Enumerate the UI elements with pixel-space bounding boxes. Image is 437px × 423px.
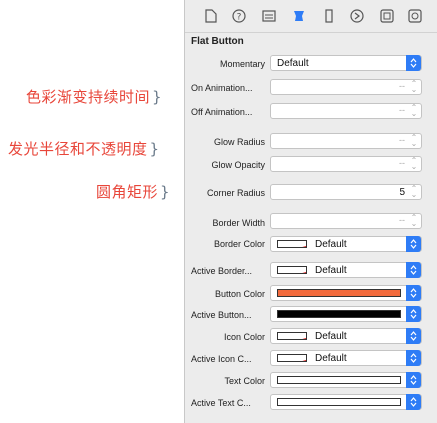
momentary-value: Default (277, 58, 309, 69)
stepper-icon[interactable]: ⌃ ⌄ (408, 157, 420, 171)
button-color-well[interactable] (270, 285, 422, 301)
icon-color-value: Default (315, 331, 347, 342)
text-color-label: Text Color (224, 376, 265, 386)
chevron-updown-icon (406, 372, 421, 388)
on-animation-field[interactable]: -- ⌃ ⌄ (270, 79, 422, 95)
default-color-swatch (277, 266, 307, 274)
default-color-swatch (277, 332, 307, 340)
active-button-label: Active Button... (191, 310, 252, 320)
momentary-label: Momentary (219, 59, 265, 69)
annotation-fade-duration: 色彩渐变持续时间} (26, 88, 163, 106)
size-icon[interactable] (321, 8, 336, 23)
stepper-icon[interactable]: ⌃ ⌄ (408, 185, 420, 199)
stepper-icon[interactable]: ⌃ ⌄ (408, 134, 420, 148)
active-text-color-swatch (277, 398, 401, 406)
corner-radius-label: Corner Radius (206, 188, 265, 198)
chevron-updown-icon (406, 328, 421, 344)
stepper-icon[interactable]: ⌃ ⌄ (408, 214, 420, 228)
chevron-updown-icon (406, 285, 421, 301)
text-color-well[interactable] (270, 372, 422, 388)
connections-icon[interactable] (349, 8, 364, 23)
help-icon[interactable]: ? (231, 8, 246, 23)
placeholder-dash: -- (399, 81, 405, 91)
active-icon-popup[interactable]: Default (270, 350, 422, 366)
attributes-icon[interactable] (291, 8, 306, 23)
placeholder-dash: -- (399, 158, 405, 168)
identity-icon[interactable] (261, 8, 276, 23)
glow-radius-field[interactable]: -- ⌃ ⌄ (270, 133, 422, 149)
annotation-glow: 发光半径和不透明度} (8, 140, 160, 158)
chevron-updown-icon (406, 55, 421, 71)
active-button-color-well[interactable] (270, 306, 422, 322)
border-color-value: Default (315, 239, 347, 250)
corner-radius-value: 5 (399, 187, 405, 198)
inspector-toolbar: ? (185, 0, 437, 33)
chevron-updown-icon (406, 394, 421, 410)
glow-radius-label: Glow Radius (213, 137, 265, 147)
border-width-field[interactable]: -- ⌃ ⌄ (270, 213, 422, 229)
section-title: Flat Button (191, 36, 244, 47)
attributes-inspector: ? Flat Button Momentary Default On Anima… (184, 0, 437, 423)
default-color-swatch (277, 240, 307, 248)
icon-color-label: Icon Color (223, 332, 265, 342)
default-color-swatch (277, 354, 307, 362)
off-animation-field[interactable]: -- ⌃ ⌄ (270, 103, 422, 119)
border-color-popup[interactable]: Default (270, 236, 422, 252)
glow-opacity-label: Glow Opacity (211, 160, 265, 170)
file-icon[interactable] (203, 8, 218, 23)
stepper-icon[interactable]: ⌃ ⌄ (408, 80, 420, 94)
chevron-updown-icon (406, 350, 421, 366)
text-color-swatch (277, 376, 401, 384)
button-color-swatch (277, 289, 401, 297)
svg-text:?: ? (236, 12, 241, 22)
effects-icon[interactable] (407, 8, 422, 23)
momentary-popup[interactable]: Default (270, 55, 422, 71)
chevron-updown-icon (406, 306, 421, 322)
active-icon-label: Active Icon C... (191, 354, 252, 364)
bindings-icon[interactable] (379, 8, 394, 23)
on-animation-label: On Animation... (191, 83, 253, 93)
icon-color-popup[interactable]: Default (270, 328, 422, 344)
stepper-icon[interactable]: ⌃ ⌄ (408, 104, 420, 118)
active-border-popup[interactable]: Default (270, 262, 422, 278)
placeholder-dash: -- (399, 105, 405, 115)
chevron-updown-icon (406, 262, 421, 278)
active-icon-value: Default (315, 353, 347, 364)
off-animation-label: Off Animation... (191, 107, 253, 117)
annotation-corner-radius: 圆角矩形} (96, 183, 171, 201)
active-text-color-well[interactable] (270, 394, 422, 410)
glow-opacity-field[interactable]: -- ⌃ ⌄ (270, 156, 422, 172)
button-color-label: Button Color (214, 289, 265, 299)
placeholder-dash: -- (399, 215, 405, 225)
active-border-label: Active Border... (191, 266, 253, 276)
active-button-color-swatch (277, 310, 401, 318)
corner-radius-field[interactable]: 5 ⌃ ⌄ (270, 184, 422, 200)
placeholder-dash: -- (399, 135, 405, 145)
border-width-label: Border Width (212, 218, 265, 228)
active-text-label: Active Text C... (191, 398, 251, 408)
active-border-value: Default (315, 265, 347, 276)
border-color-label: Border Color (213, 239, 265, 249)
chevron-updown-icon (406, 236, 421, 252)
